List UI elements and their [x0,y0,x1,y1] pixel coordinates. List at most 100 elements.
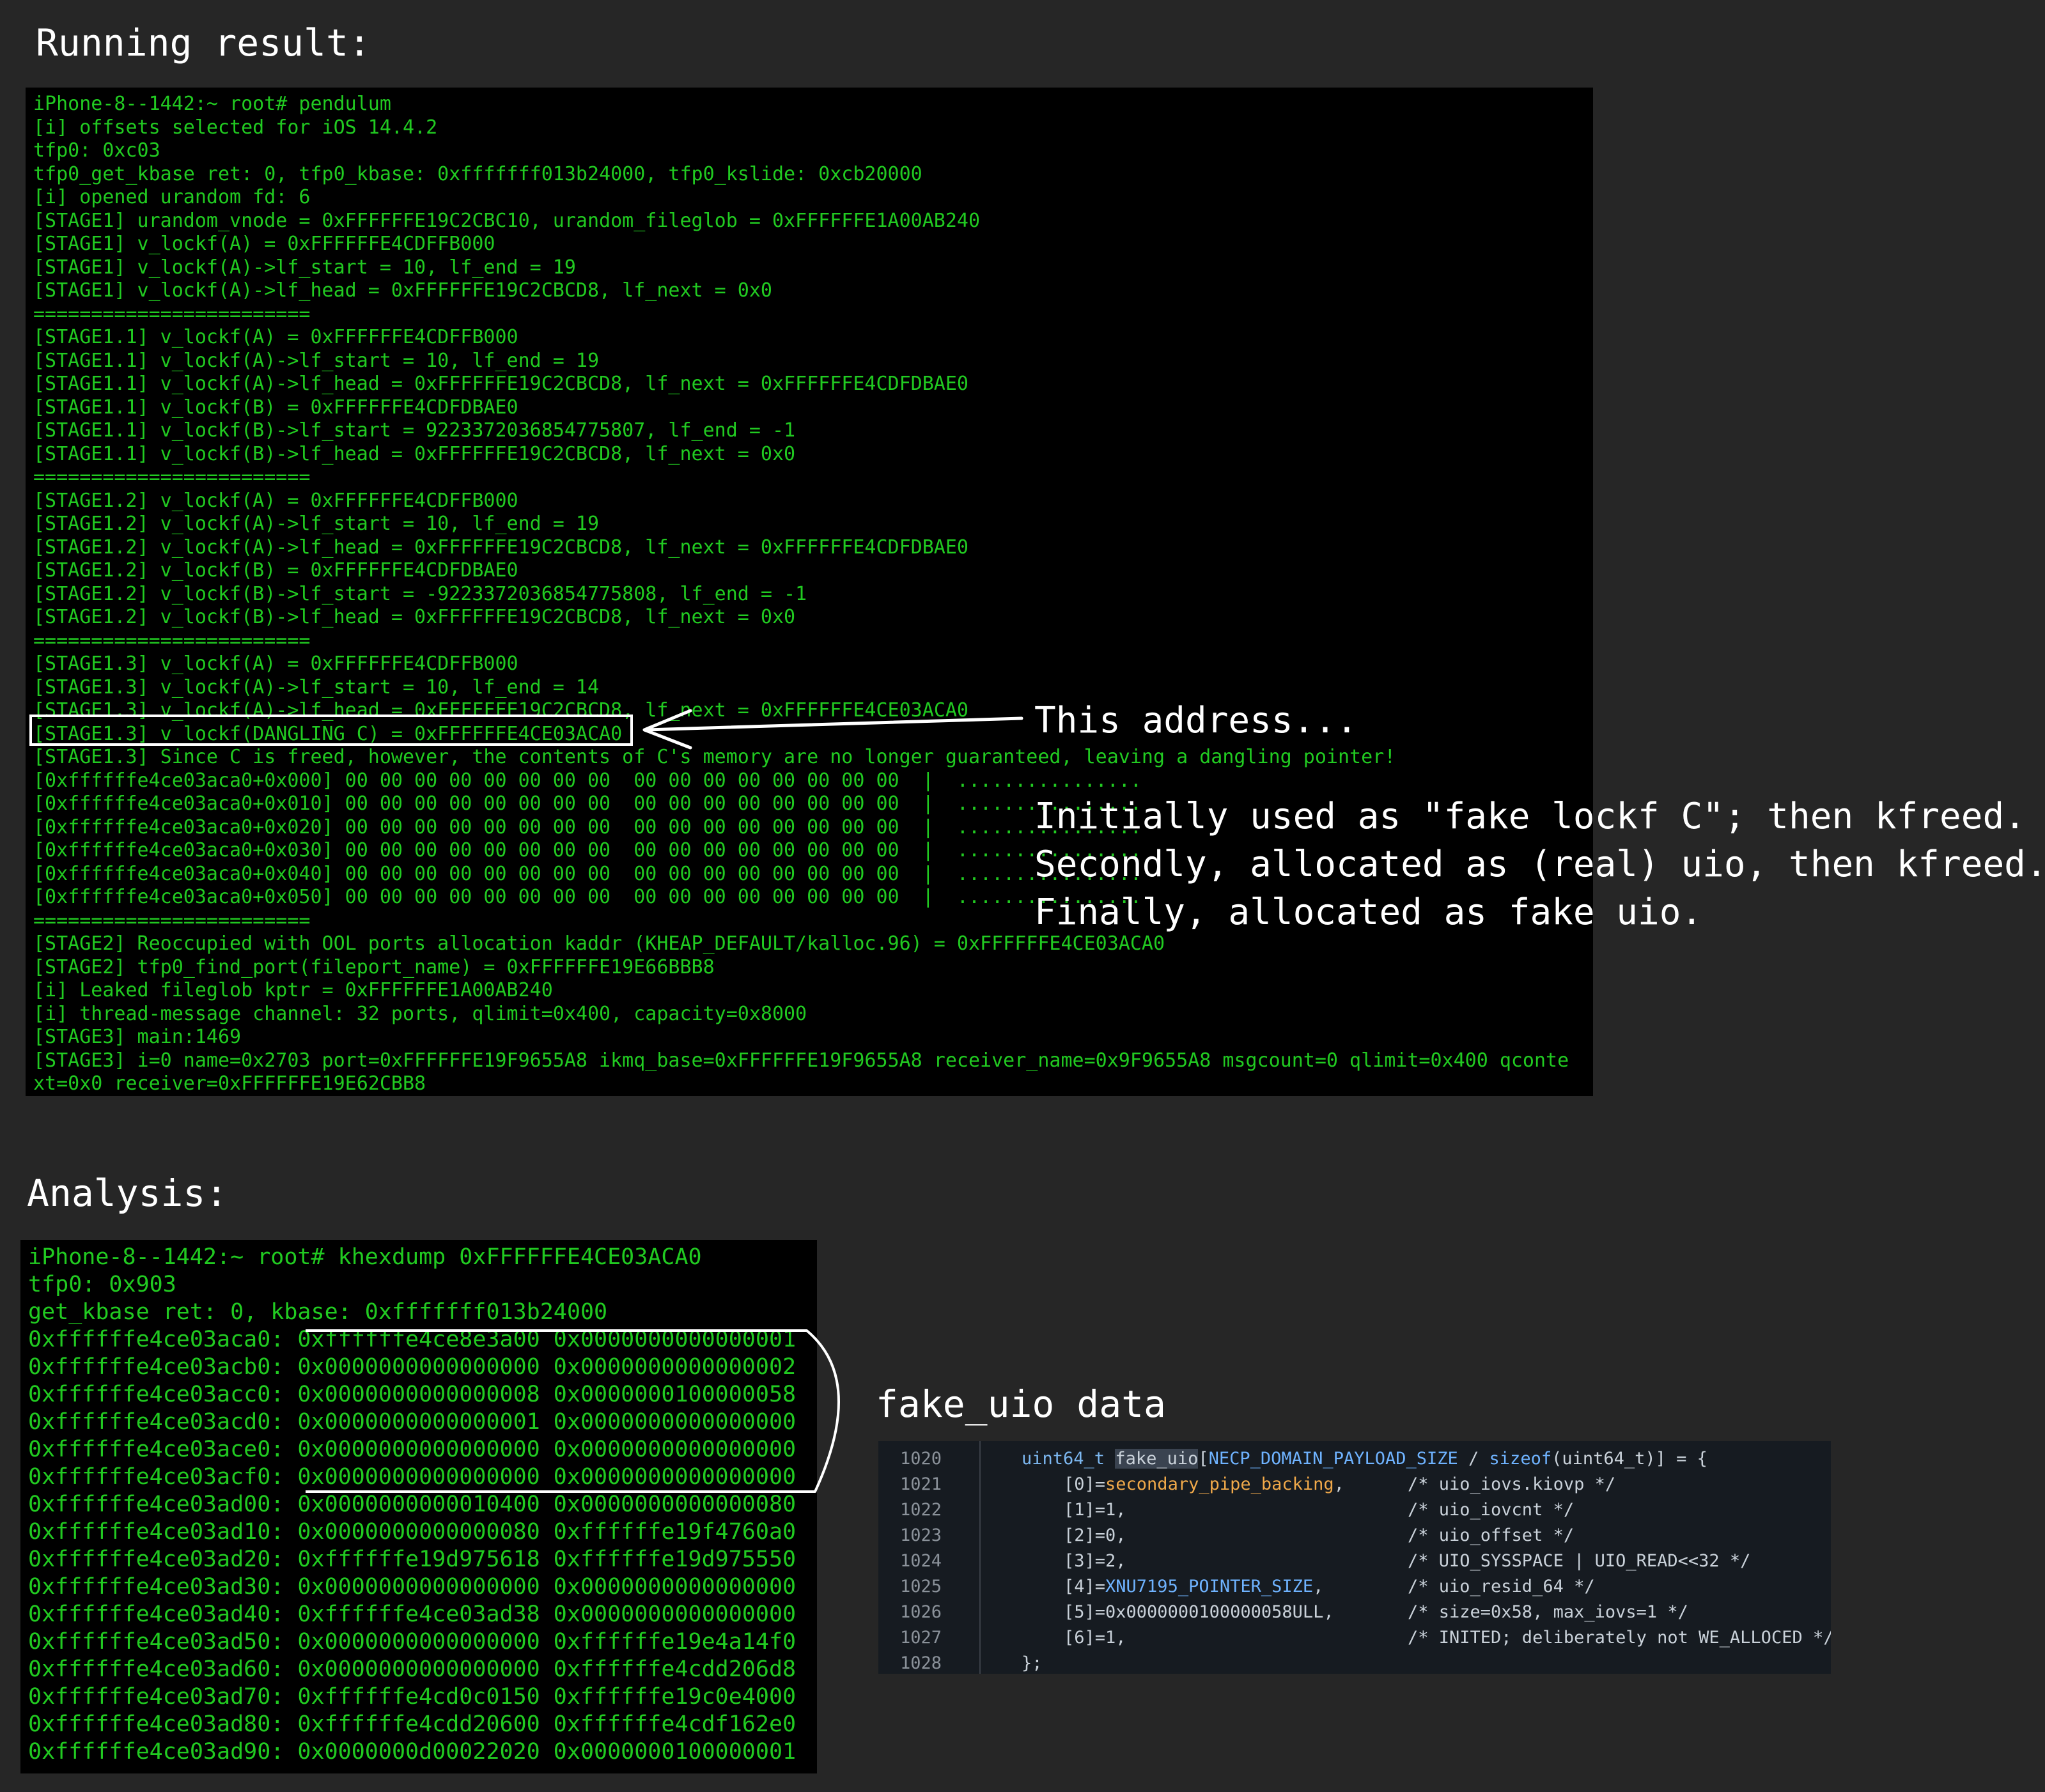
code-index: [3]= [1064,1551,1106,1571]
hexdump-line: 0xffffffe4ce03ad30: 0x0000000000000000 0… [28,1574,797,1600]
running-result-heading: Running result: [36,21,371,65]
code-comma: , [1116,1628,1126,1648]
terminal-line: [STAGE1.2] v_lockf(A) = 0xFFFFFFE4CDFFB0… [33,489,518,512]
code-value: 2 [1105,1551,1116,1571]
terminal-line: ======================== [33,629,311,652]
line-number: 1025 [900,1577,942,1596]
code-index: [1]= [1064,1500,1106,1520]
code-comment: /* uio_resid_64 */ [1408,1577,1595,1596]
code-line-entry: [3]=2, [1064,1549,1126,1574]
code-comma: , [1116,1526,1126,1545]
code-index: [5]= [1064,1602,1106,1622]
terminal-line: [0xffffffe4ce03aca0+0x000] 00 00 00 00 0… [33,769,1142,792]
terminal-line: [i] Leaked fileglob kptr = 0xFFFFFFE1A00… [33,979,553,1001]
code-comment: /* UIO_SYSSPACE | UIO_READ<<32 */ [1408,1551,1751,1571]
code-line-entry: [4]=XNU7195_POINTER_SIZE, [1064,1574,1323,1600]
terminal-line: [0xffffffe4ce03aca0+0x050] 00 00 00 00 0… [33,886,1142,908]
terminal-line: iPhone-8--1442:~ root# pendulum [33,93,391,115]
terminal-line: [STAGE1.3] v_lockf(A) = 0xFFFFFFE4CDFFB0… [33,653,518,675]
line-number: 1020 [900,1449,942,1469]
terminal-line: [i] opened urandom fd: 6 [33,186,311,208]
hexdump-line: 0xffffffe4ce03ad00: 0x0000000000010400 0… [28,1492,797,1517]
line-number: 1024 [900,1551,942,1571]
terminal-line: [STAGE1] v_lockf(A)->lf_start = 10, lf_e… [33,256,576,279]
hexdump-line: 0xffffffe4ce03ad90: 0x0000000d00022020 0… [28,1739,797,1765]
code-sizeof-arg: (uint64_t) [1551,1449,1656,1469]
code-value: 1 [1105,1500,1116,1520]
code-comment: /* size=0x58, max_iovs=1 */ [1408,1602,1688,1622]
hexdump-line: tfp0: 0x903 [28,1272,176,1297]
code-value: 0x0000000100000058ULL [1105,1602,1324,1622]
code-initializer-open: ] = { [1655,1449,1707,1469]
terminal-output-pendulum[interactable]: iPhone-8--1442:~ root# pendulum [i] offse… [26,88,1593,1096]
terminal-line: [STAGE1.2] v_lockf(A)->lf_start = 10, lf… [33,513,600,535]
hexdump-line: 0xffffffe4ce03ad50: 0x0000000000000000 0… [28,1629,797,1655]
terminal-line: [STAGE1.1] v_lockf(B)->lf_head = 0xFFFFF… [33,442,796,465]
code-identifier-fake-uio: fake_uio [1115,1449,1199,1469]
code-line-entry: [6]=1, [1064,1625,1126,1651]
terminal-line: [STAGE1.2] v_lockf(B)->lf_start = -92233… [33,582,807,605]
hexdump-line: 0xffffffe4ce03acc0: 0x0000000000000008 0… [28,1382,797,1407]
code-sizeof: sizeof [1489,1449,1552,1469]
hexdump-line: 0xffffffe4ce03ad20: 0xffffffe19d975618 0… [28,1547,797,1572]
terminal-line: [STAGE2] tfp0_find_port(fileport_name) =… [33,955,715,978]
code-line-entry: [0]=secondary_pipe_backing, [1064,1472,1344,1497]
terminal-line: ======================== [33,909,311,932]
line-number: 1021 [900,1474,942,1494]
terminal-line: tfp0: 0xc03 [33,139,160,162]
terminal-line: [STAGE1.2] v_lockf(A)->lf_head = 0xFFFFF… [33,536,968,559]
code-value: 1 [1105,1628,1116,1648]
dangling-address-highlight [29,714,633,746]
terminal-line: [i] thread-message channel: 32 ports, ql… [33,1002,807,1025]
hexdump-line: get_kbase ret: 0, kbase: 0xfffffff013b24… [28,1299,608,1325]
terminal-line: [STAGE2] Reoccupied with OOL ports alloc… [33,932,1165,955]
terminal-line: [STAGE3] i=0 name=0x2703 port=0xFFFFFFE1… [33,1049,1569,1072]
hexdump-line: 0xffffffe4ce03ad80: 0xffffffe4cdd20600 0… [28,1711,797,1737]
line-number: 1026 [900,1602,942,1622]
code-comma: , [1313,1577,1324,1596]
code-line-entry: [5]=0x0000000100000058ULL, [1064,1600,1334,1625]
terminal-line: [STAGE1.3] v_lockf(A)->lf_start = 10, lf… [33,676,600,699]
code-comment: /* uio_iovcnt */ [1408,1500,1575,1520]
annotation-line: Initially used as "fake lockf C"; then k… [1034,796,2026,837]
code-index: [4]= [1064,1577,1106,1596]
hexdump-line: 0xffffffe4ce03acd0: 0x0000000000000001 0… [28,1409,797,1435]
hexdump-line: 0xffffffe4ce03ad40: 0xffffffe4ce03ad38 0… [28,1602,797,1627]
terminal-line: xt=0x0 receiver=0xFFFFFFE19E62CBB8 [33,1072,426,1095]
code-comma: , [1334,1474,1344,1494]
annotation-this-address: This address... [1034,700,1358,741]
code-comment: /* INITED; deliberately not WE_ALLOCED *… [1408,1628,1831,1648]
code-editor-panel[interactable]: 1020 1021 1022 1023 1024 1025 1026 1027 1028 uint… [878,1441,1831,1674]
hexdump-line: 0xffffffe4ce03acb0: 0x0000000000000000 0… [28,1354,797,1380]
line-number: 1027 [900,1628,942,1648]
code-line-entry: [1]=1, [1064,1497,1126,1523]
terminal-line: [STAGE1] urandom_vnode = 0xFFFFFFE19C2CB… [33,209,981,232]
terminal-output-khexdump[interactable]: iPhone-8--1442:~ root# khexdump 0xFFFFFF… [20,1240,817,1773]
fake-uio-label: fake_uio data [876,1382,1166,1426]
line-number: 1028 [900,1653,942,1673]
terminal-line: tfp0_get_kbase ret: 0, tfp0_kbase: 0xfff… [33,162,922,185]
code-line-closing: }; [1022,1653,1043,1673]
terminal-line: [STAGE1.1] v_lockf(A)->lf_head = 0xFFFFF… [33,373,968,395]
code-comment: /* uio_offset */ [1408,1526,1575,1545]
code-bracket: [ [1198,1449,1209,1469]
hexdump-line: 0xffffffe4ce03ace0: 0x0000000000000000 0… [28,1437,797,1462]
terminal-line: [i] offsets selected for iOS 14.4.2 [33,116,438,139]
gutter-divider [979,1441,981,1674]
code-value: XNU7195_POINTER_SIZE [1105,1577,1314,1596]
terminal-line: [STAGE1] v_lockf(A)->lf_head = 0xFFFFFFE… [33,279,772,302]
terminal-line: [0xffffffe4ce03aca0+0x030] 00 00 00 00 0… [33,839,1142,861]
terminal-line: ======================== [33,466,311,488]
terminal-line: [STAGE1.1] v_lockf(A) = 0xFFFFFFE4CDFFB0… [33,326,518,348]
code-index: [6]= [1064,1628,1106,1648]
code-index: [0]= [1064,1474,1106,1494]
hexdump-line: 0xffffffe4ce03ad70: 0xffffffe4cd0c0150 0… [28,1684,797,1710]
hexdump-line: 0xffffffe4ce03ad60: 0x0000000000000000 0… [28,1657,797,1682]
annotation-line: Finally, allocated as fake uio. [1034,892,1703,933]
terminal-line: [0xffffffe4ce03aca0+0x040] 00 00 00 00 0… [33,862,1142,885]
terminal-line: [STAGE1.1] v_lockf(A)->lf_start = 10, lf… [33,349,600,372]
hexdump-line: iPhone-8--1442:~ root# khexdump 0xFFFFFF… [28,1244,702,1270]
terminal-line: [STAGE1.3] Since C is freed, however, th… [33,746,1396,768]
line-number: 1023 [900,1526,942,1545]
